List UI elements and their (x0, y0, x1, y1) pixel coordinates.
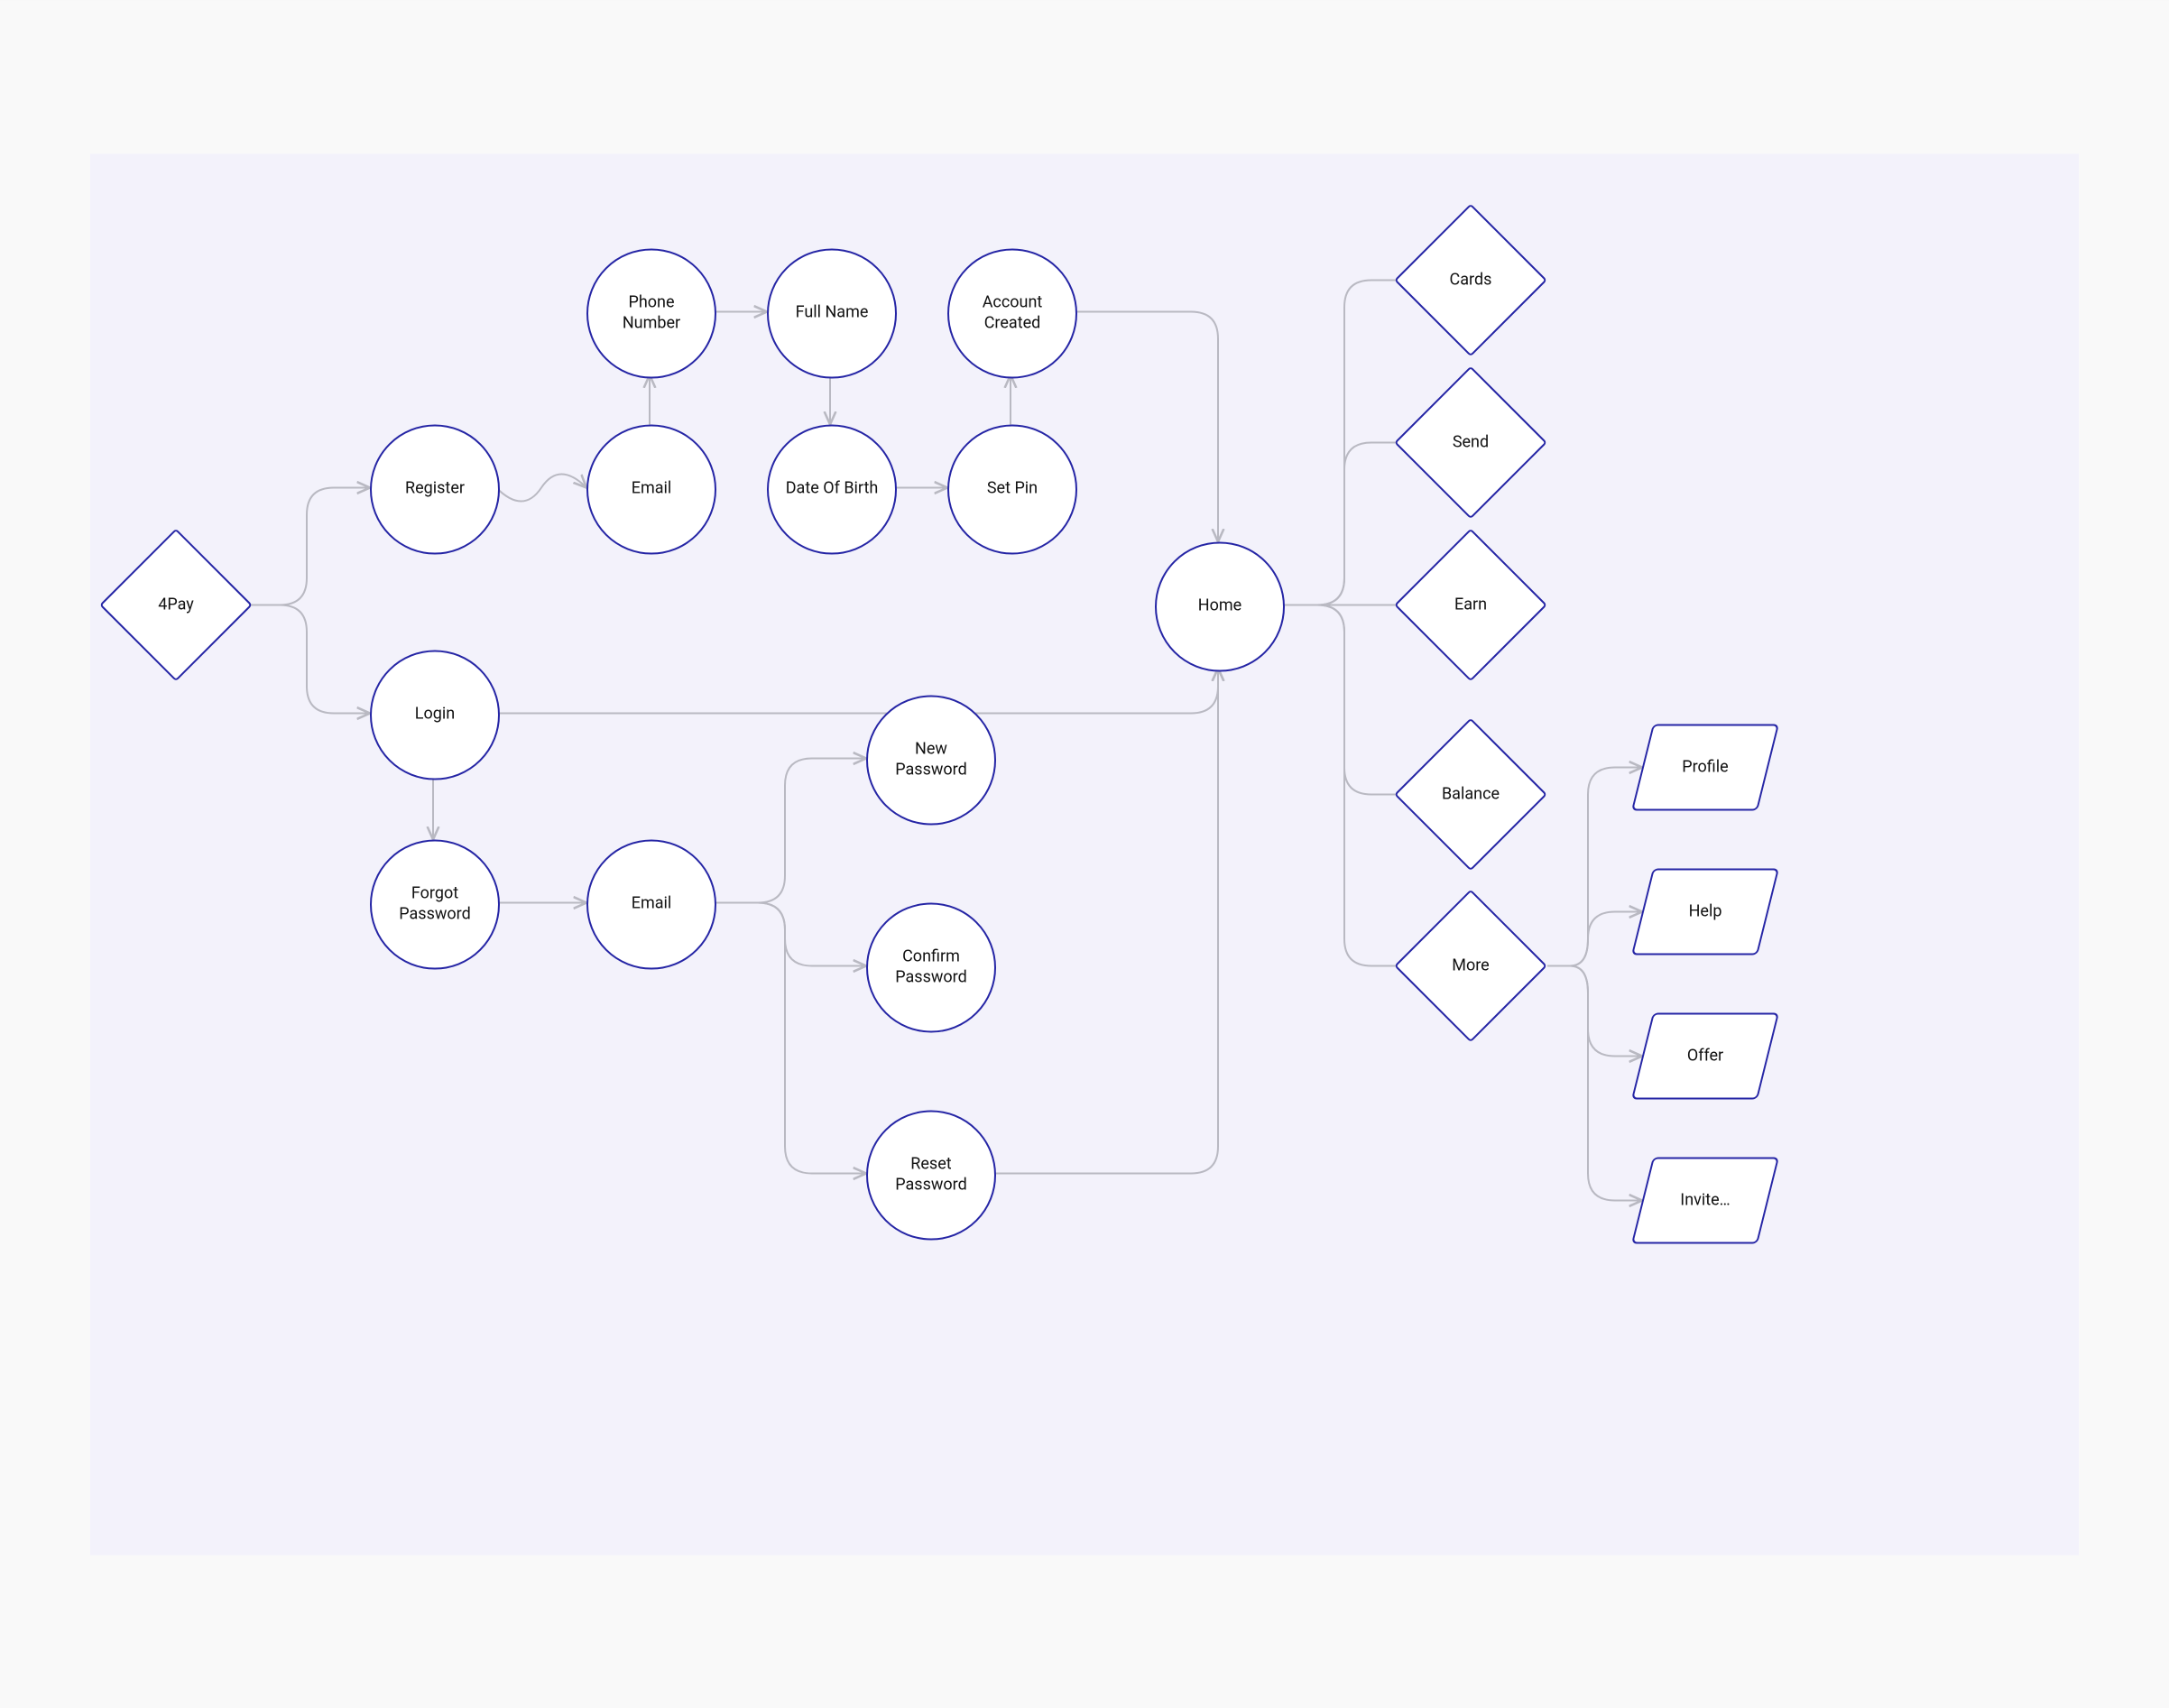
node-start-label: 4Pay (122, 550, 230, 659)
node-email-register[interactable]: Email (586, 424, 716, 554)
node-confirm-password[interactable]: Confirm Password (866, 902, 996, 1032)
node-earn[interactable]: Earn (1417, 550, 1525, 659)
node-balance-label: Balance (1417, 740, 1525, 848)
node-dob[interactable]: Date Of Birth (767, 424, 897, 554)
node-phone[interactable]: Phone Number (586, 248, 716, 378)
node-offer-label: Offer (1642, 1012, 1768, 1099)
edges-layer (90, 153, 2079, 1555)
node-register[interactable]: Register (370, 424, 500, 554)
node-profile-label: Profile (1642, 724, 1768, 810)
node-cards[interactable]: Cards (1417, 226, 1525, 334)
node-account-created[interactable]: Account Created (947, 248, 1077, 378)
page-frame: 4Pay Register Login Forgot Password Emai… (0, 0, 2169, 1708)
node-forgot[interactable]: Forgot Password (370, 839, 500, 969)
node-more-label: More (1417, 911, 1525, 1020)
node-new-password[interactable]: New Password (866, 695, 996, 825)
node-more[interactable]: More (1417, 911, 1525, 1020)
node-send[interactable]: Send (1417, 388, 1525, 496)
node-invite[interactable]: Invite… (1642, 1157, 1768, 1243)
node-profile[interactable]: Profile (1642, 724, 1768, 810)
node-offer[interactable]: Offer (1642, 1012, 1768, 1099)
node-home[interactable]: Home (1155, 541, 1285, 671)
node-setpin[interactable]: Set Pin (947, 424, 1077, 554)
node-reset-password[interactable]: Reset Password (866, 1110, 996, 1240)
node-balance[interactable]: Balance (1417, 740, 1525, 848)
node-earn-label: Earn (1417, 550, 1525, 659)
diagram-canvas: 4Pay Register Login Forgot Password Emai… (90, 153, 2079, 1555)
node-send-label: Send (1417, 388, 1525, 496)
node-cards-label: Cards (1417, 226, 1525, 334)
node-start[interactable]: 4Pay (122, 550, 230, 659)
node-invite-label: Invite… (1642, 1157, 1768, 1243)
node-login[interactable]: Login (370, 650, 500, 780)
node-help-label: Help (1642, 868, 1768, 955)
node-fullname[interactable]: Full Name (767, 248, 897, 378)
node-email-forgot[interactable]: Email (586, 839, 716, 969)
node-help[interactable]: Help (1642, 868, 1768, 955)
